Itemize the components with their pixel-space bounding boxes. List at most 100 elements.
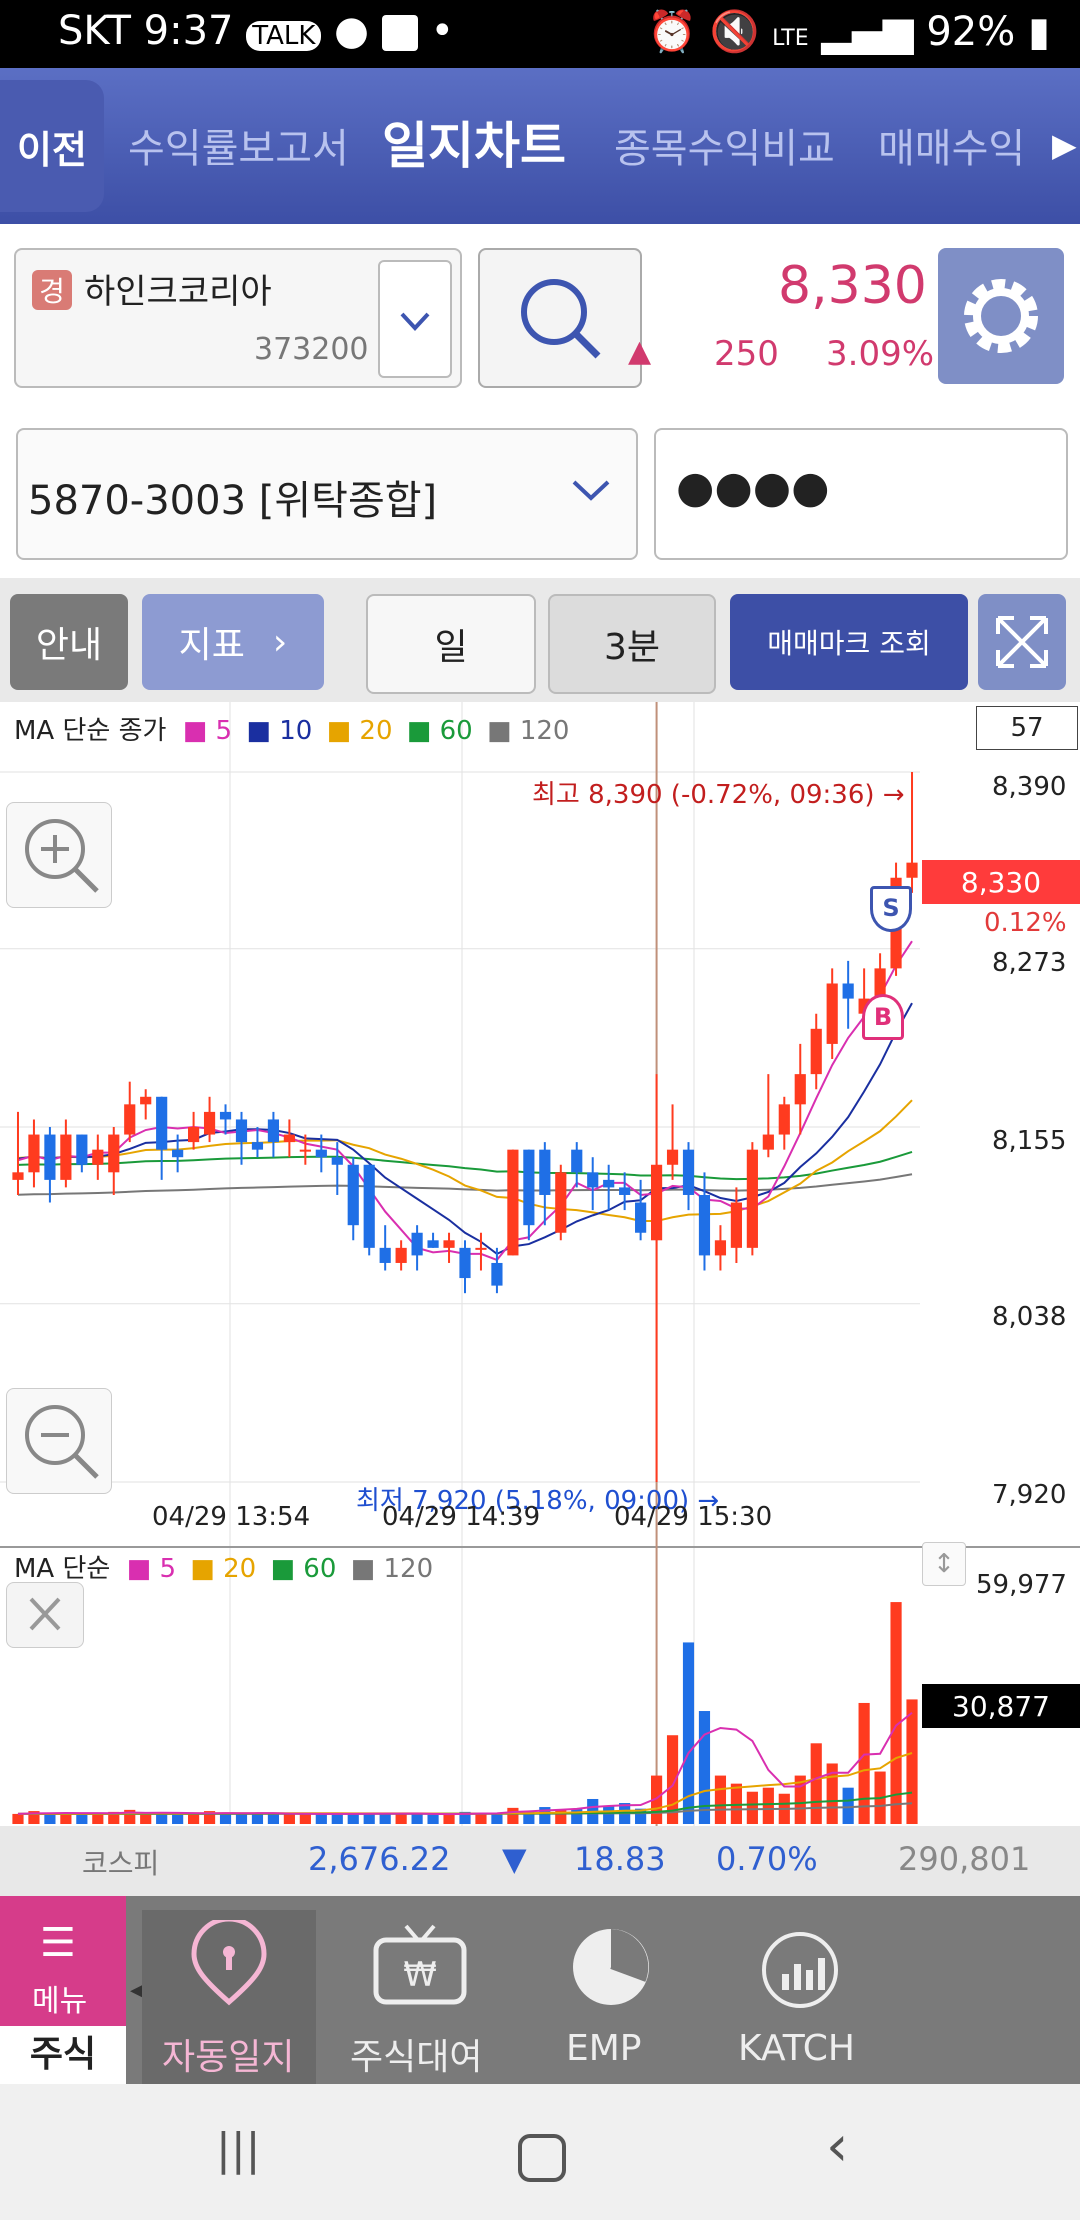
stock-dropdown-button[interactable]: [378, 260, 452, 378]
volume-bar: [603, 1805, 615, 1824]
bottom-item-label: EMP: [566, 2028, 642, 2069]
candle-body: [682, 1149, 695, 1195]
bottom-item-label: 주식대여: [350, 2037, 483, 2078]
bottom-item-emp[interactable]: EMP: [526, 1910, 696, 2084]
fullscreen-button[interactable]: [978, 594, 1066, 690]
candle-body: [746, 1149, 758, 1248]
home-icon[interactable]: [518, 2134, 566, 2182]
interval-select[interactable]: 3분: [548, 594, 716, 694]
price-volume-chart[interactable]: [0, 702, 1080, 1826]
bottom-item-stock-lending[interactable]: ₩ 주식대여: [336, 1910, 506, 2084]
bottom-menu: ☰ 메뉴 주식 ◀ 자동일지 ₩ 주식대여 EMP KATCH: [0, 1896, 1080, 2084]
hamburger-icon: ☰: [40, 1920, 76, 1966]
tab-daily-chart[interactable]: 일지차트: [382, 106, 566, 178]
chart-area[interactable]: MA 단순 종가 ■ 5 ■ 10 ■ 20 ■ 60 ■ 120 57 최고 …: [0, 702, 1080, 1826]
vol-ma5-legend: 5: [159, 1554, 176, 1584]
stock-name: 하인크코리아: [84, 272, 272, 312]
account-selector[interactable]: 5870-3003 [위탁종합]: [16, 428, 638, 560]
volume-bar: [235, 1813, 248, 1824]
zoom-in-button[interactable]: [6, 802, 112, 908]
candle-body: [794, 1074, 806, 1105]
gear-icon: [964, 279, 1038, 353]
candle-body: [60, 1134, 72, 1180]
tab-return-report[interactable]: 수익률보고서: [128, 116, 349, 174]
candle-body: [587, 1172, 599, 1188]
ma-legend: MA 단순 종가 ■ 5 ■ 10 ■ 20 ■ 60 ■ 120: [14, 716, 570, 746]
zoom-out-icon: [25, 1405, 99, 1479]
candle-body: [156, 1096, 168, 1150]
tab-stock-compare[interactable]: 종목수익비교: [614, 116, 835, 174]
volume-bar: [443, 1814, 455, 1824]
zoom-out-button[interactable]: [6, 1388, 112, 1494]
candle-body: [714, 1240, 727, 1256]
pie-chart-icon: [573, 1929, 649, 2005]
back-button[interactable]: 이전: [0, 80, 104, 212]
bottom-item-label: 자동일지: [162, 2037, 295, 2078]
kospi-direction-icon: ▼: [502, 1840, 527, 1878]
volume-ma-lines: [17, 1711, 913, 1816]
ma5-legend: 5: [215, 716, 233, 746]
candle-body: [235, 1119, 248, 1143]
kospi-ticker[interactable]: 코스피 2,676.22 ▼ 18.83 0.70% 290,801: [0, 1826, 1080, 1896]
candle-body: [267, 1119, 280, 1143]
candle-body: [650, 1164, 663, 1241]
password-field[interactable]: ●●●●: [654, 428, 1068, 560]
zoom-in-icon: [25, 819, 99, 893]
candle-body: [443, 1240, 455, 1248]
stock-category-label[interactable]: 주식: [0, 2026, 126, 2084]
volume-bar: [92, 1813, 104, 1824]
bottom-item-auto-journal[interactable]: 자동일지: [142, 1910, 316, 2084]
volume-ma5-line: [17, 1711, 913, 1816]
volume-bar: [76, 1814, 88, 1824]
candle-body: [603, 1179, 615, 1188]
indicator-button[interactable]: 지표 ›: [142, 594, 324, 690]
change-direction-icon: ▲: [628, 334, 652, 369]
current-volume-tag: 30,877: [922, 1684, 1080, 1728]
panel-resize-icon[interactable]: ↕: [922, 1542, 966, 1586]
guide-button[interactable]: 안내: [10, 594, 128, 690]
volume-bar: [283, 1813, 295, 1824]
candle-body: [44, 1134, 56, 1180]
candle-body: [507, 1149, 519, 1256]
candle-body: [491, 1262, 503, 1286]
bottom-item-katch[interactable]: KATCH: [716, 1910, 886, 2084]
chart-grid: [0, 702, 1080, 1826]
system-navigation-bar: ||| ‹: [0, 2084, 1080, 2220]
stock-selector[interactable]: 경 하인크코리아 373200: [14, 248, 462, 388]
candle-count-box[interactable]: 57: [976, 706, 1078, 750]
candle-body: [539, 1149, 551, 1195]
recent-apps-icon[interactable]: |||: [216, 2124, 260, 2175]
current-price-pct: 0.12%: [984, 908, 1067, 938]
price-label-4: 8,038: [992, 1302, 1067, 1332]
bottom-item-label: KATCH: [738, 2028, 855, 2069]
candle-body: [730, 1202, 742, 1248]
candle-body: [108, 1134, 120, 1173]
candle-body: [299, 1149, 311, 1152]
stock-code: 373200: [254, 332, 369, 367]
vol-ma60-legend: 60: [303, 1554, 337, 1584]
trade-mark-button[interactable]: 매매마크 조회: [730, 594, 968, 690]
ma60-legend: 60: [439, 716, 473, 746]
search-button[interactable]: [478, 248, 642, 388]
settings-button[interactable]: [938, 248, 1064, 384]
svg-text:₩: ₩: [403, 1955, 437, 1995]
candle-body: [459, 1247, 471, 1279]
volume-bar: [746, 1791, 758, 1824]
current-price-tag: 8,330: [922, 860, 1080, 904]
menu-button[interactable]: ☰ 메뉴: [0, 1896, 126, 2026]
back-nav-icon[interactable]: ‹: [826, 2114, 848, 2179]
close-volume-button[interactable]: [6, 1582, 84, 1648]
status-left: SKT 9:37 TALK ● •: [58, 8, 455, 54]
tab-trade-profit[interactable]: 매매수익: [878, 116, 1025, 174]
period-select[interactable]: 일: [366, 594, 536, 694]
tab-scroll-right-icon[interactable]: ▶: [1052, 126, 1077, 164]
candle-body: [778, 1104, 790, 1135]
candle-body: [172, 1149, 184, 1158]
volume-bar: [395, 1814, 407, 1824]
password-value: ●●●●: [676, 462, 830, 513]
kospi-pct: 0.70%: [716, 1840, 818, 1878]
chevron-down-icon: [400, 312, 430, 331]
moving-average-lines: [17, 940, 913, 1262]
price-label-low: 7,920: [992, 1480, 1067, 1510]
candle-body: [12, 1172, 24, 1180]
